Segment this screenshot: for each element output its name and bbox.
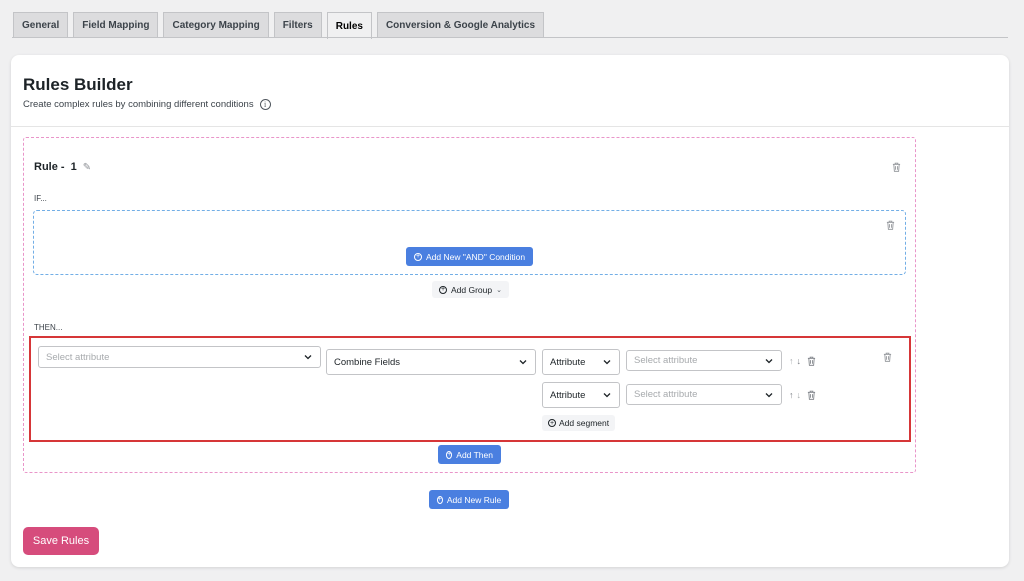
arrow-up-icon[interactable]: ↑	[789, 390, 794, 400]
then-label: THEN...	[34, 323, 63, 332]
arrow-up-icon[interactable]: ↑	[789, 356, 794, 366]
segment-attribute-select[interactable]: Select attribute	[626, 384, 782, 405]
chevron-down-icon	[304, 355, 312, 360]
if-label: IF...	[34, 194, 47, 203]
trash-icon[interactable]	[889, 160, 903, 174]
chevron-down-icon	[519, 360, 527, 365]
segment-attribute-placeholder: Select attribute	[634, 355, 698, 366]
add-and-condition-label: Add New "AND" Condition	[426, 251, 526, 262]
tab-category-mapping[interactable]: Category Mapping	[163, 12, 269, 38]
chevron-down-icon	[603, 393, 611, 398]
chevron-down-icon	[765, 358, 773, 363]
plus-circle-icon: +	[414, 252, 422, 261]
tab-field-mapping[interactable]: Field Mapping	[73, 12, 159, 38]
segment-attribute-placeholder: Select attribute	[634, 389, 698, 400]
rule-title: Rule - 1 ✎	[34, 161, 91, 173]
add-and-condition-button[interactable]: + Add New "AND" Condition	[406, 247, 534, 266]
page-title: Rules Builder	[23, 75, 133, 94]
rules-builder-card: Rules Builder Create complex rules by co…	[11, 55, 1009, 567]
settings-tabs: General Field Mapping Category Mapping F…	[13, 12, 545, 39]
page-subtitle: Create complex rules by combining differ…	[23, 99, 271, 110]
save-rules-button[interactable]: Save Rules	[23, 527, 99, 555]
add-segment-button[interactable]: + Add segment	[542, 415, 616, 431]
plus-circle-icon: +	[436, 495, 443, 504]
add-group-button[interactable]: + Add Group ⌄	[432, 281, 509, 298]
subtitle-text: Create complex rules by combining differ…	[23, 99, 254, 110]
action-value: Combine Fields	[334, 356, 400, 368]
action-select[interactable]: Combine Fields	[326, 349, 536, 375]
add-then-button[interactable]: + Add Then	[438, 445, 501, 464]
plus-circle-icon: +	[548, 419, 556, 427]
arrow-down-icon[interactable]: ↓	[797, 390, 802, 400]
add-segment-label: Add segment	[559, 418, 610, 428]
then-action-row: Select attribute Combine Fields Attribut…	[29, 336, 911, 442]
chevron-down-icon: ⌄	[496, 286, 502, 294]
target-attribute-placeholder: Select attribute	[46, 351, 110, 363]
pencil-icon[interactable]: ✎	[83, 162, 91, 173]
rule-container: Rule - 1 ✎ IF... + Add New "AND" Conditi…	[23, 137, 916, 473]
tab-general[interactable]: General	[13, 12, 69, 38]
segment-type-value: Attribute	[550, 356, 586, 368]
tabs-divider	[12, 37, 1008, 38]
plus-circle-icon: +	[439, 285, 447, 294]
arrow-down-icon[interactable]: ↓	[797, 356, 802, 366]
tab-rules[interactable]: Rules	[326, 12, 372, 39]
segment-type-select[interactable]: Attribute	[542, 382, 620, 408]
add-then-label: Add Then	[456, 449, 493, 460]
trash-icon[interactable]	[880, 350, 894, 364]
chevron-down-icon	[603, 360, 611, 365]
trash-icon[interactable]	[883, 218, 897, 232]
if-condition-group: + Add New "AND" Condition	[33, 210, 906, 275]
plus-circle-icon: +	[446, 450, 453, 459]
segment-attribute-select[interactable]: Select attribute	[626, 350, 782, 371]
trash-icon[interactable]	[804, 354, 818, 368]
rule-label: Rule -	[34, 161, 65, 173]
segment-actions: ↑ ↓	[789, 388, 818, 402]
segment-actions: ↑ ↓	[789, 354, 818, 368]
segment-type-select[interactable]: Attribute	[542, 349, 620, 375]
rule-number: 1	[70, 161, 77, 173]
segment-type-value: Attribute	[550, 389, 586, 401]
info-icon[interactable]: i	[259, 99, 271, 110]
add-new-rule-button[interactable]: + Add New Rule	[429, 490, 509, 509]
tab-filters[interactable]: Filters	[273, 12, 322, 38]
chevron-down-icon	[765, 392, 773, 397]
trash-icon[interactable]	[804, 388, 818, 402]
add-new-rule-label: Add New Rule	[446, 494, 502, 505]
add-group-label: Add Group	[451, 284, 493, 295]
tab-conversion-analytics[interactable]: Conversion & Google Analytics	[376, 12, 545, 38]
header-divider	[11, 126, 1009, 127]
target-attribute-select[interactable]: Select attribute	[38, 346, 321, 368]
